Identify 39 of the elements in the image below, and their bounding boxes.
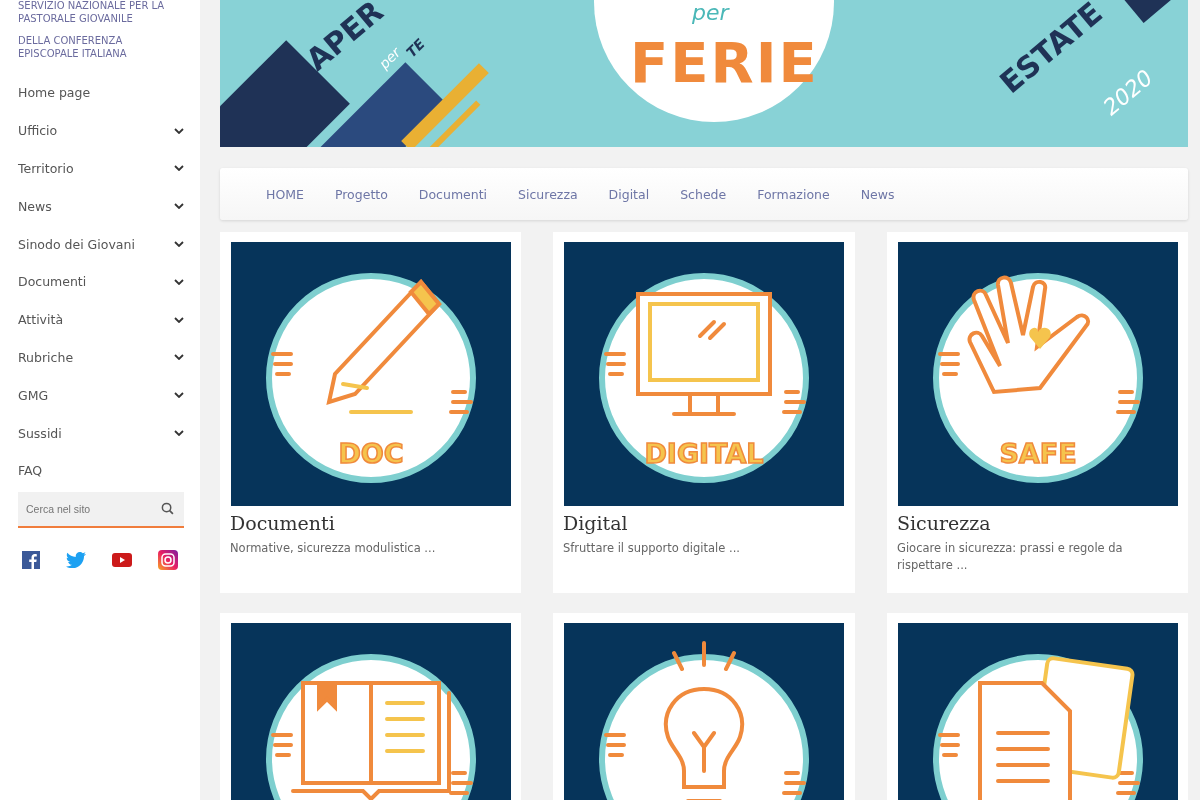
sidebar-item[interactable]: Sinodo dei Giovani [18, 225, 184, 263]
search-input[interactable]: Cerca nel sito [24, 501, 161, 516]
nav-link[interactable]: HOME [266, 186, 304, 202]
card[interactable]: DIGITAL Digital Sfruttare il supporto digitale ... [553, 232, 855, 593]
facebook-icon[interactable] [22, 550, 40, 569]
pencil-icon: DOC [230, 242, 511, 506]
sidebar-item[interactable]: Attività [18, 300, 184, 339]
search-field[interactable]: Cerca nel sito [18, 491, 184, 528]
video-play-icon[interactable] [112, 552, 132, 567]
sidebar-item[interactable]: FAQ [18, 451, 184, 490]
card-description: Sfruttare il supporto digitale ... [563, 540, 741, 557]
card-description: Giocare in sicurezza: prassi e regole da rispettare ... [897, 540, 1124, 574]
sidebar-item[interactable]: Documenti [18, 263, 184, 301]
nav-link[interactable]: Schede [680, 186, 727, 202]
card-description: Normative, sicurezza modulistica ... [230, 540, 437, 557]
camera-icon[interactable] [158, 549, 178, 570]
nav-link[interactable]: Digital [608, 186, 650, 202]
card[interactable]: SAFE Sicurezza Giocare in sicurezza: prassi e regole da rispettare ... [887, 232, 1188, 593]
card[interactable]: DOC Documenti Normative, sicurezza modulistica ... [220, 232, 521, 593]
nav-link[interactable]: Documenti [418, 186, 488, 202]
sidebar-item[interactable]: GMG [18, 376, 184, 415]
card-title[interactable]: Digital [563, 512, 845, 534]
nav-link[interactable]: Sicurezza [518, 186, 578, 202]
sidebar-item[interactable]: Rubriche [18, 338, 184, 377]
monitor-icon: DIGITAL [564, 242, 844, 506]
sidebar-item[interactable]: News [18, 187, 184, 226]
card-title[interactable]: Documenti [230, 512, 511, 534]
nav-link[interactable]: Progetto [334, 186, 388, 202]
organization-name: DELLA CONFERENZA EPISCOPALE ITALIANA [18, 34, 128, 60]
sidebar-item[interactable]: Home page [18, 74, 184, 112]
twitter-icon[interactable] [66, 551, 86, 568]
sidebar-item[interactable]: Ufficio [18, 111, 184, 150]
organization-name: SERVIZIO NAZIONALE PER LA PASTORALE GIOVANILE [18, 0, 166, 25]
nav-link[interactable]: News [860, 186, 895, 202]
nav-link[interactable]: Formazione [757, 186, 830, 202]
card-title[interactable]: Sicurezza [897, 512, 1178, 534]
sidebar-item[interactable]: Territorio [18, 149, 184, 188]
sidebar-item[interactable]: Sussidi [18, 414, 184, 452]
search-icon [161, 502, 174, 516]
